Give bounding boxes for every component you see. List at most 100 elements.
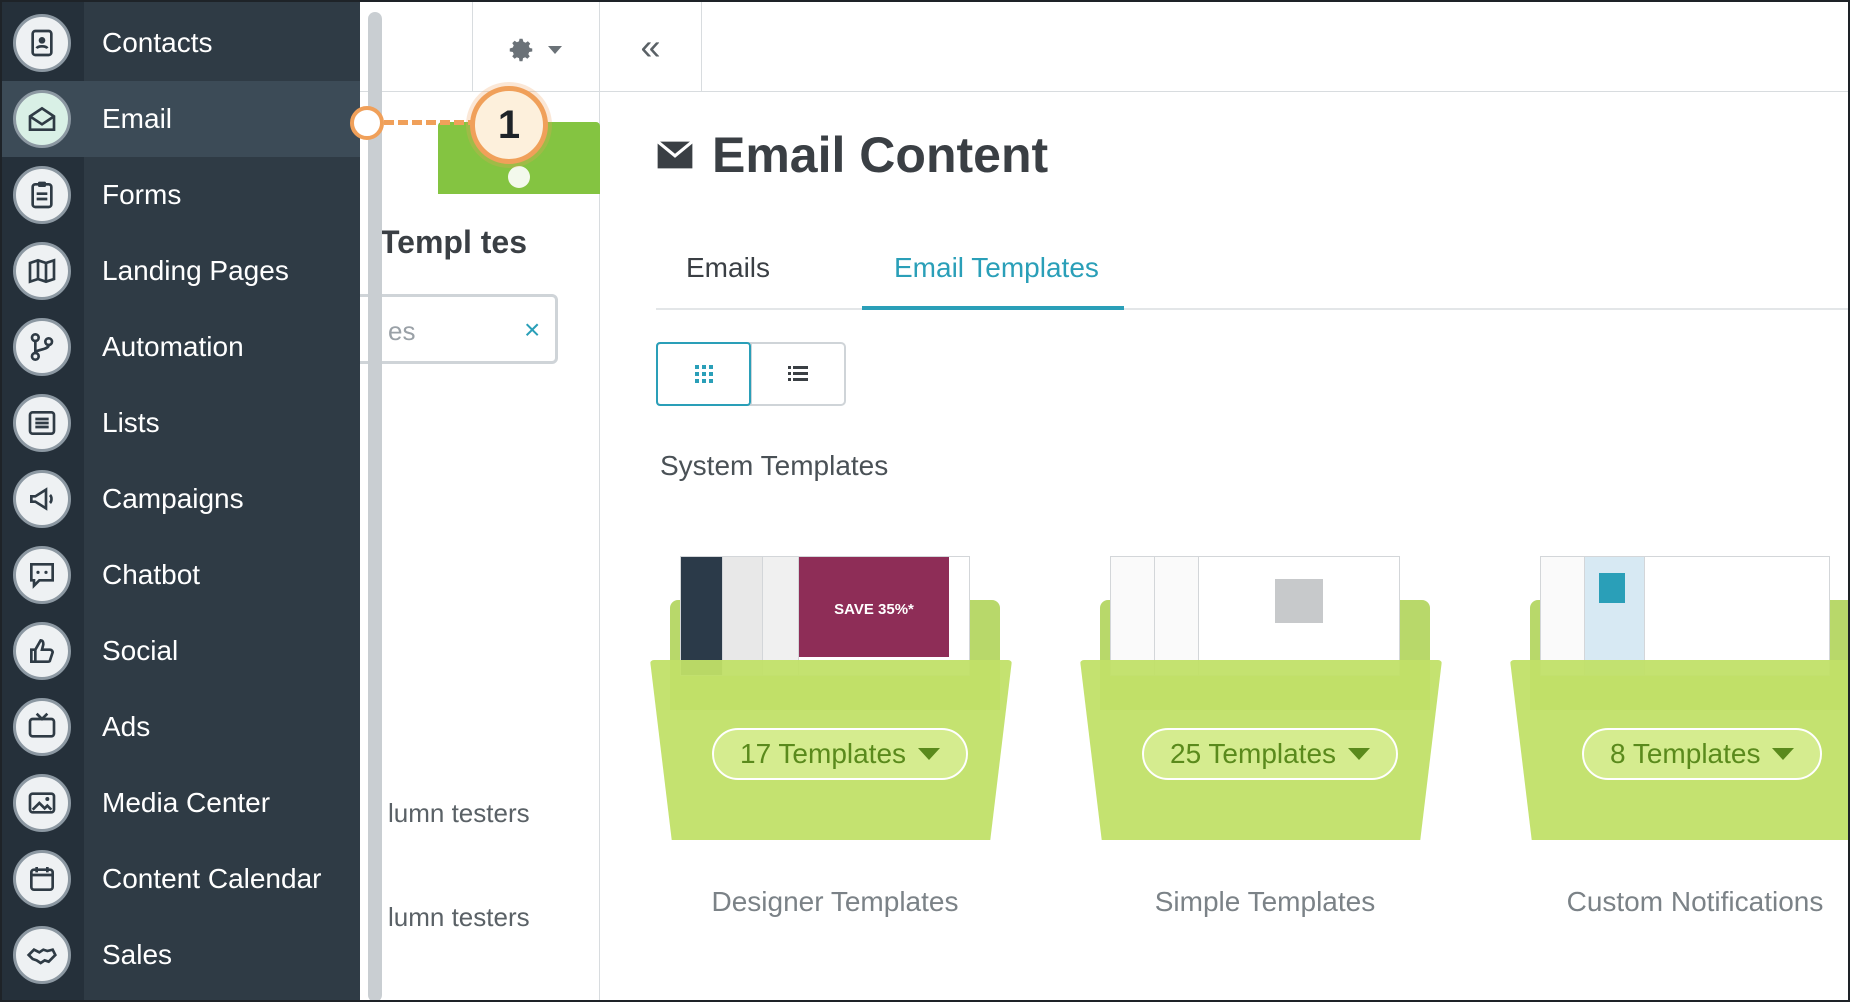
template-count-dropdown[interactable]: 25 Templates [1142,728,1399,780]
sidebar-item-label: Automation [102,331,244,362]
template-preview [681,557,723,675]
template-preview [723,557,763,675]
template-count-label: 25 Templates [1170,738,1337,769]
template-count-label: 17 Templates [740,738,907,769]
sidebar-item-label: Ads [102,711,151,742]
main-toolbar: « [600,2,1848,92]
image-gallery-icon [13,774,71,832]
sidebar-item-label: Campaigns [102,483,244,514]
chat-bubble-icon [13,546,71,604]
main-content: « Email Content Emails Email Templates S… [600,2,1848,1000]
tab-emails[interactable]: Emails [686,252,770,284]
sidebar-scrollbar[interactable] [368,12,382,1000]
page-title: Email Content [656,126,1048,184]
grid-view-button[interactable] [656,342,751,406]
template-preview [763,557,799,675]
folder-name: Simple Templates [1154,886,1376,917]
contacts-book-icon [13,14,71,72]
folder-designer-templates[interactable]: SAVE 35%* 17 Templates Designer Template… [650,550,1020,970]
template-previews: SAVE 35%* [680,556,970,676]
folder-name: Custom Notifications [1566,886,1824,917]
template-preview-sale: SAVE 35%* [799,557,949,657]
tv-icon [13,698,71,756]
settings-dropdown[interactable] [506,32,566,68]
clear-search-icon[interactable]: × [524,314,540,346]
sidebar-item-label: Content Calendar [102,863,322,894]
sidebar-item-label: Media Center [102,787,271,818]
view-toggle [656,342,846,406]
sidebar-item-label: Lists [102,407,160,438]
envelope-open-icon [13,90,71,148]
caret-down-icon [1772,748,1795,760]
template-preview [1645,557,1829,675]
sidebar-item-automation[interactable]: Automation [2,309,360,385]
thumbs-up-icon [13,622,71,680]
template-preview [1111,557,1155,675]
calendar-icon [13,850,71,908]
template-count-dropdown[interactable]: 17 Templates [712,728,969,780]
branch-icon [13,318,71,376]
template-previews [1110,556,1400,676]
sidebar-item-forms[interactable]: Forms [2,157,360,233]
map-icon [13,242,71,300]
sidebar-item-label: Forms [102,179,182,210]
sidebar-item-label: Email [102,103,173,134]
active-tab-indicator [862,306,1124,310]
template-count-label: 8 Templates [1610,738,1761,769]
gear-icon [509,38,533,62]
template-preview [1585,557,1645,675]
grid-icon [694,365,713,383]
image-placeholder-icon [1275,579,1323,623]
template-previews [1540,556,1830,676]
list-icon [13,394,71,452]
template-count-dropdown[interactable]: 8 Templates [1582,728,1823,780]
content-tabs: Emails Email Templates [656,234,1848,310]
template-preview [1541,557,1585,675]
list-item[interactable]: lumn testers [388,798,530,829]
sidebar-item-sales[interactable]: Sales [2,917,360,993]
sidebar-item-label: Social [102,635,179,666]
caret-down-icon [918,748,941,760]
clipboard-icon [13,166,71,224]
folder-simple-templates[interactable]: 25 Templates Simple Templates [1080,550,1450,970]
toolbar-divider [472,2,473,92]
sidebar-item-label: Chatbot [102,559,201,590]
sidebar-item-campaigns[interactable]: Campaigns [2,461,360,537]
sidebar-item-content-calendar[interactable]: Content Calendar [2,841,360,917]
sidebar-item-media-center[interactable]: Media Center [2,765,360,841]
sidebar-item-ads[interactable]: Ads [2,689,360,765]
folder-name: Designer Templates [711,886,959,917]
sidebar-item-lists[interactable]: Lists [2,385,360,461]
megaphone-icon [13,470,71,528]
sidebar-item-label: Contacts [102,27,213,58]
template-list-heading: Templ tes [380,224,527,260]
handshake-icon [13,926,71,984]
chevron-down-icon [548,46,562,54]
sidebar-item-label: Landing Pages [102,255,289,286]
callout-badge: 1 [470,86,548,164]
caret-down-icon [1348,748,1371,760]
collapse-panel-button[interactable]: « [600,2,702,92]
main-nav-sidebar: Contacts Email Forms Landing Pages Autom… [2,2,360,1000]
list-view-button[interactable] [751,344,844,404]
sidebar-item-contacts[interactable]: Contacts [2,5,360,81]
section-label: System Templates [660,450,889,481]
sidebar-item-landing-pages[interactable]: Landing Pages [2,233,360,309]
sidebar-item-email[interactable]: Email [2,81,360,157]
list-item[interactable]: lumn testers [388,902,530,933]
list-icon [788,366,808,381]
callout-anchor [350,106,384,140]
plus-icon [508,166,530,188]
template-preview [1155,557,1199,675]
template-preview [1199,557,1399,675]
sidebar-item-chatbot[interactable]: Chatbot [2,537,360,613]
preview-block [1599,573,1625,603]
sidebar-item-label: Sales [102,939,173,970]
page-title-text: Email Content [712,127,1049,183]
tab-email-templates[interactable]: Email Templates [894,252,1099,284]
folder-custom-notifications[interactable]: 8 Templates Custom Notifications [1510,550,1848,970]
app-window: Templ tes es × lumn testers lumn testers… [0,0,1850,1002]
envelope-icon [656,140,694,169]
template-search-value: es [388,316,416,346]
sidebar-item-social[interactable]: Social [2,613,360,689]
